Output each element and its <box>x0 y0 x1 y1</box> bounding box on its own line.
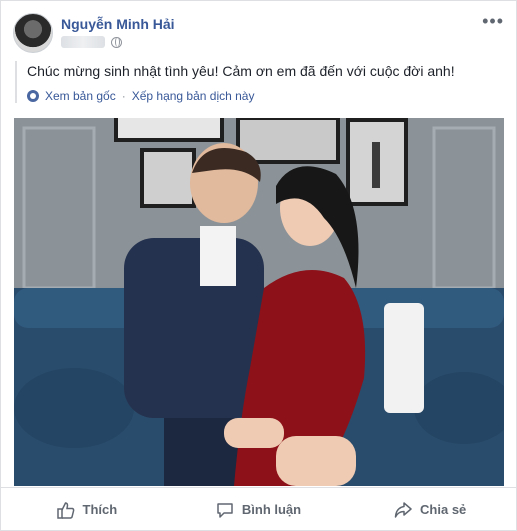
facebook-post: Nguyễn Minh Hải ••• Chúc mừng sinh nhật … <box>0 0 517 531</box>
caption-block: Chúc mừng sinh nhật tình yêu! Cảm ơn em … <box>15 61 502 103</box>
share-icon <box>394 501 412 518</box>
share-label: Chia sẻ <box>420 502 467 517</box>
post-photo[interactable] <box>14 118 504 486</box>
more-options-icon[interactable]: ••• <box>482 12 504 30</box>
comment-icon <box>217 502 233 518</box>
share-button[interactable]: Chia sẻ <box>344 488 516 531</box>
translation-bar: Xem bản gốc · Xếp hạng bản dịch này <box>27 89 502 103</box>
thumbs-up-icon <box>56 501 74 519</box>
author-avatar[interactable] <box>13 13 53 53</box>
see-original-link[interactable]: Xem bản gốc <box>45 89 116 103</box>
post-meta <box>61 36 122 48</box>
like-button[interactable]: Thích <box>1 488 173 531</box>
globe-icon[interactable] <box>111 36 122 48</box>
author-name[interactable]: Nguyễn Minh Hải <box>61 16 175 32</box>
post-actions: Thích Bình luận Chia sẻ <box>1 487 516 531</box>
comment-button[interactable]: Bình luận <box>173 488 345 531</box>
like-label: Thích <box>82 502 118 517</box>
separator: · <box>121 89 126 103</box>
gear-icon[interactable] <box>27 90 39 102</box>
rate-translation-link[interactable]: Xếp hạng bản dịch này <box>132 89 255 103</box>
blurred-timestamp[interactable] <box>61 36 105 48</box>
comment-label: Bình luận <box>241 502 302 517</box>
post-caption: Chúc mừng sinh nhật tình yêu! Cảm ơn em … <box>27 63 455 79</box>
post-header: Nguyễn Minh Hải ••• <box>13 12 504 55</box>
couple-photo-illustration <box>14 118 504 486</box>
